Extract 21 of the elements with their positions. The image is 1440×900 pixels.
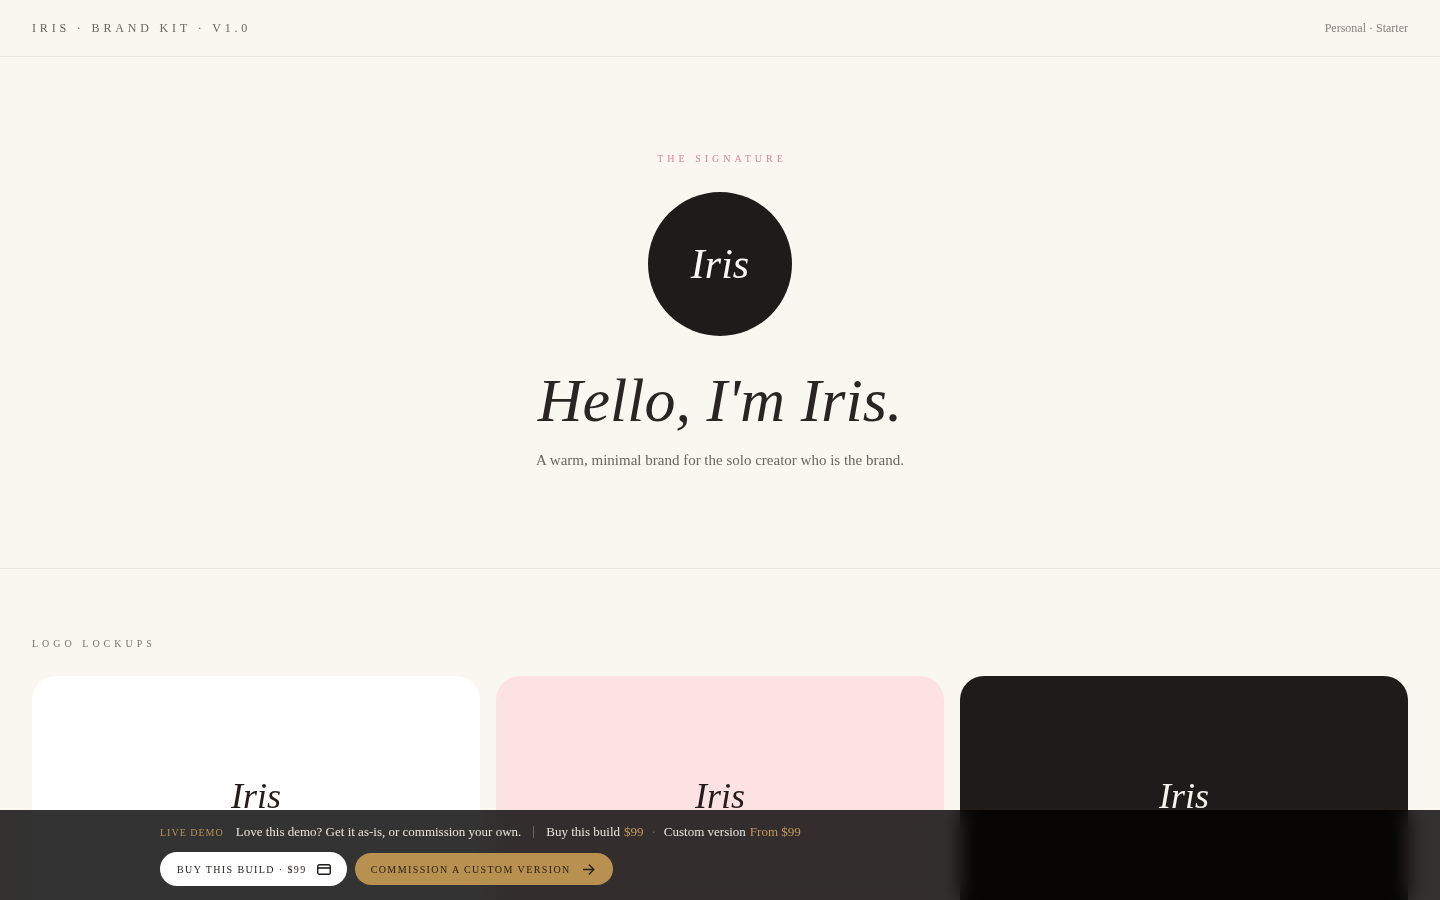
offer-price: $99 [624, 824, 644, 840]
credit-card-icon [316, 863, 331, 875]
separator-dot: · [651, 824, 656, 840]
wordmark: Iris [1159, 780, 1209, 812]
offer-label: Buy this build [546, 824, 620, 840]
section-heading: LOGO LOCKUPS [32, 637, 156, 651]
offer-price: From $99 [749, 824, 801, 840]
tagline: A warm, minimal brand for the solo creator who is the brand. [536, 451, 904, 470]
arrow-right-icon [582, 863, 595, 875]
demo-message: Love this demo? Get it as-is, or commission your own. [235, 824, 522, 840]
offer-label: Custom version [663, 824, 746, 840]
live-demo-label: LIVE DEMO [160, 826, 224, 838]
commission-button[interactable]: COMMISSION A CUSTOM VERSION [354, 853, 613, 885]
buy-button[interactable]: BUY THIS BUILD · $99 [160, 852, 347, 886]
wordmark: Iris [231, 780, 281, 812]
section-eyebrow: THE SIGNATURE [657, 152, 787, 166]
headline: Hello, I'm Iris. [537, 365, 903, 436]
monogram-logo: Iris [648, 192, 792, 336]
brand-title: IRIS · BRAND KIT · V1.0 [32, 21, 252, 35]
plan-label: Personal · Starter [1324, 21, 1408, 35]
wordmark: Iris [695, 780, 745, 812]
